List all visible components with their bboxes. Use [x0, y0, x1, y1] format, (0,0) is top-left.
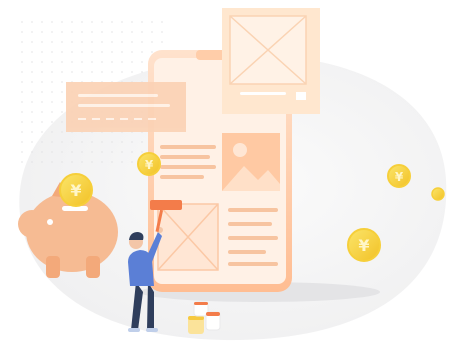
- coin-symbol: ¥: [145, 158, 154, 172]
- coin-symbol: ¥: [70, 181, 81, 200]
- coin-icon-right-top: ¥: [387, 164, 411, 188]
- floating-card-right: [222, 8, 320, 114]
- coin-icon-right-small: [431, 187, 445, 201]
- paint-stroke: [150, 200, 182, 210]
- floating-card-left: [66, 82, 186, 132]
- coin-icon-right-large: ¥: [347, 228, 381, 262]
- coin-icon-phone: ¥: [137, 152, 161, 176]
- image-placeholder-icon: [222, 133, 280, 191]
- coin-symbol: ¥: [358, 236, 369, 255]
- wireframe-placeholder: [157, 203, 219, 271]
- coin-symbol: ¥: [395, 170, 404, 184]
- coin-icon-piggy: ¥: [59, 173, 93, 207]
- app-building-illustration: ¥ ¥ ¥ ¥: [18, 8, 447, 341]
